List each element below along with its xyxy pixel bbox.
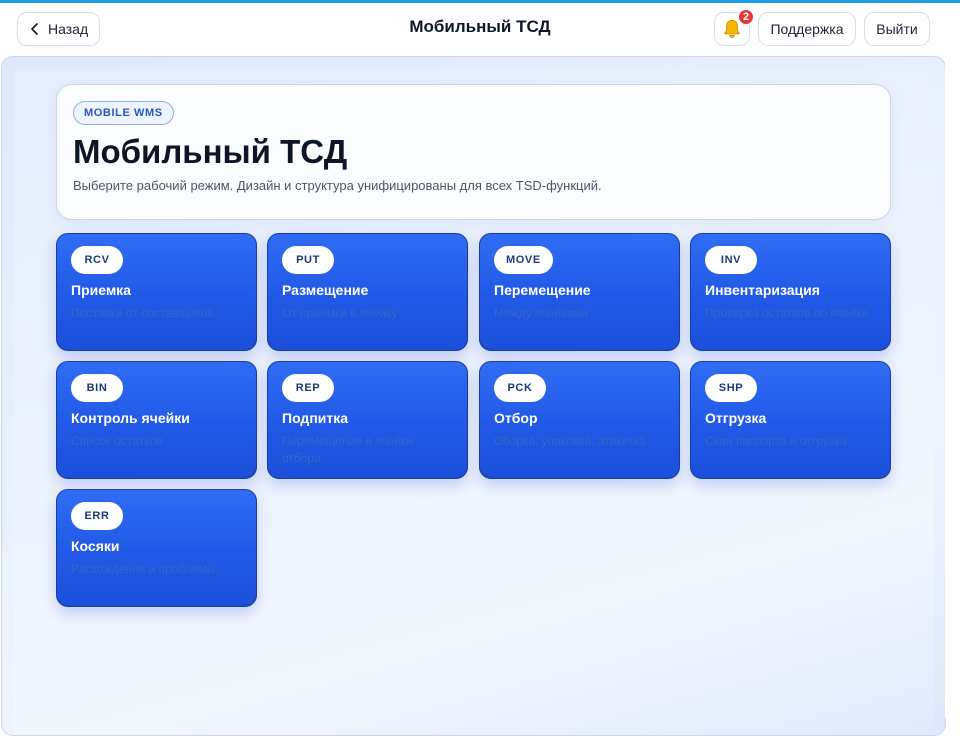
back-button[interactable]: Назад	[17, 12, 100, 46]
hero-tag: MOBILE WMS	[73, 101, 174, 125]
scrollbar[interactable]	[945, 56, 960, 718]
tile-subtitle: Расхождения и проблемы	[71, 562, 216, 576]
tile-title: Инвентаризация	[705, 282, 820, 298]
tile-subtitle: Перемещение в ячейки отбора	[282, 434, 414, 465]
tile-code-badge: REP	[282, 374, 334, 402]
tile-title: Отгрузка	[705, 410, 767, 426]
tile-inventory[interactable]: INV Инвентаризация Проверка остатков по …	[690, 233, 891, 351]
tile-code-badge: PUT	[282, 246, 334, 274]
tile-bin-control[interactable]: BIN Контроль ячейки Список остатков	[56, 361, 257, 479]
tile-title: Перемещение	[494, 282, 591, 298]
tile-shipping[interactable]: SHP Отгрузка Скан паспорта и отгрузка	[690, 361, 891, 479]
tile-code-badge: RCV	[71, 246, 123, 274]
notifications-badge: 2	[737, 8, 755, 26]
tile-subtitle: Сборка, упаковка, этикетка	[494, 434, 646, 448]
tile-title: Подпитка	[282, 410, 349, 426]
tile-move[interactable]: MOVE Перемещение Между ячейками	[479, 233, 680, 351]
chevron-left-icon	[31, 23, 38, 35]
back-button-label: Назад	[48, 21, 89, 37]
tile-subtitle: Поставки от поставщиков	[71, 306, 214, 320]
tile-subtitle: Между ячейками	[494, 306, 589, 320]
tile-receiving[interactable]: RCV Приемка Поставки от поставщиков	[56, 233, 257, 351]
tile-picking[interactable]: PCK Отбор Сборка, упаковка, этикетка	[479, 361, 680, 479]
tile-replenishment[interactable]: REP Подпитка Перемещение в ячейки отбора	[267, 361, 468, 479]
hero-title: Мобильный ТСД	[73, 133, 348, 170]
hero-subtitle: Выберите рабочий режим. Дизайн и структу…	[73, 178, 602, 193]
tile-putaway[interactable]: PUT Размещение От приемки в ячейку	[267, 233, 468, 351]
tile-subtitle: Скан паспорта и отгрузка	[705, 434, 847, 448]
logout-button[interactable]: Выйти	[864, 12, 930, 46]
tile-title: Приемка	[71, 282, 131, 298]
tile-subtitle: От приемки в ячейку	[282, 306, 398, 320]
tile-errors[interactable]: ERR Косяки Расхождения и проблемы	[56, 489, 257, 607]
header-bar: Назад Мобильный ТСД 2 Поддержка Выйти	[0, 3, 960, 56]
tile-subtitle: Проверка остатков по ячейке	[705, 306, 869, 320]
tile-title: Размещение	[282, 282, 369, 298]
tile-title: Косяки	[71, 538, 120, 554]
tile-code-badge: BIN	[71, 374, 123, 402]
tile-code-badge: PCK	[494, 374, 546, 402]
tile-code-badge: ERR	[71, 502, 123, 530]
tile-title: Контроль ячейки	[71, 410, 190, 426]
support-button[interactable]: Поддержка	[758, 12, 856, 46]
tile-code-badge: SHP	[705, 374, 757, 402]
tile-code-badge: MOVE	[494, 246, 553, 274]
tile-code-badge: INV	[705, 246, 757, 274]
hero-card: MOBILE WMS Мобильный ТСД Выберите рабочи…	[56, 84, 891, 220]
notifications-button[interactable]: 2	[714, 8, 755, 46]
tile-subtitle: Список остатков	[71, 434, 163, 448]
tile-title: Отбор	[494, 410, 538, 426]
